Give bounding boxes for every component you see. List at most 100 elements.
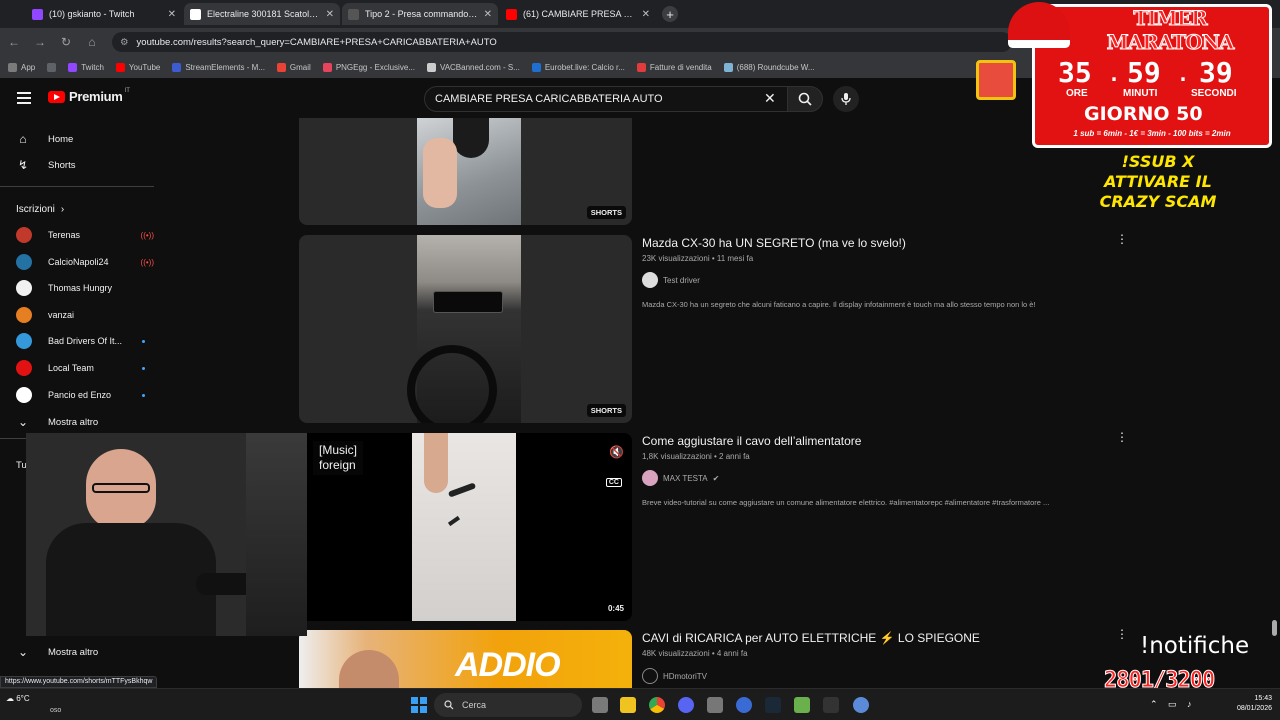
bookmark[interactable]: (688) Roundcube W... [723, 62, 815, 72]
bookmark[interactable]: Fatture di vendita [636, 62, 712, 72]
bookmark[interactable]: YouTube [115, 62, 160, 72]
close-tab-icon[interactable]: ✕ [168, 9, 176, 20]
mute-icon[interactable]: 🔇 [609, 445, 624, 459]
channel-name: vanzai [48, 310, 75, 320]
show-more-you[interactable]: ⌄ Mostra altro [0, 639, 154, 665]
site-info-icon[interactable]: ⚙ [120, 37, 129, 48]
new-tab-button[interactable]: + [662, 6, 678, 22]
subscription-item[interactable]: CalcioNapoli24 ((•)) [0, 250, 154, 274]
subscription-item[interactable]: Thomas Hungry [0, 276, 154, 300]
weather-icon: ☁ [6, 694, 14, 703]
search-button[interactable] [787, 86, 823, 112]
youtube-play-icon [48, 90, 65, 103]
tray-icons[interactable]: ⌃ ▭ ♪ [1150, 699, 1196, 710]
weather-widget[interactable]: ☁ 6°C oso [6, 693, 61, 716]
channel-link[interactable]: HDmotoriTV [642, 668, 707, 684]
bookmark[interactable]: Twitch [68, 62, 104, 72]
youtube-icon [115, 62, 125, 72]
gmail-icon [276, 62, 286, 72]
bookmark[interactable] [47, 62, 57, 72]
video-title[interactable]: Come aggiustare il cavo dell’alimentator… [642, 434, 861, 448]
channel-link[interactable]: Test driver [642, 272, 700, 288]
bookmark[interactable]: VACBanned.com - S... [426, 62, 520, 72]
show-more-subscriptions[interactable]: ⌄ Mostra altro [0, 409, 154, 435]
invoice-icon [636, 62, 646, 72]
menu-icon[interactable] [17, 92, 31, 104]
channel-name: CalcioNapoli24 [48, 257, 109, 267]
steam-icon[interactable] [765, 697, 781, 713]
reload-icon[interactable]: ↻ [60, 35, 72, 49]
home-page-icon[interactable]: ⌂ [86, 35, 98, 49]
bookmark[interactable]: PNGEgg - Exclusive... [322, 62, 415, 72]
file-explorer-icon[interactable] [620, 697, 636, 713]
sidebar-item-shorts[interactable]: ↯ Shorts [0, 152, 154, 178]
logo-text: Premium [69, 89, 123, 104]
clock[interactable]: 15:43 08/01/2026 [1237, 694, 1272, 714]
discord-icon[interactable] [678, 697, 694, 713]
video-frame [412, 433, 516, 621]
subscription-item[interactable]: Terenas ((•)) [0, 223, 154, 247]
subscription-item[interactable]: Bad Drivers Of It... [0, 329, 154, 353]
app-icon[interactable] [736, 697, 752, 713]
weather-text: oso [50, 707, 62, 714]
browser-tab[interactable]: Tipo 2 - Presa commando rossa ✕ [342, 3, 498, 25]
notif-command-text: !notifiche [1140, 633, 1250, 659]
new-content-dot [142, 339, 145, 343]
browser-tab-active[interactable]: (61) CAMBIARE PRESA CARICAB ✕ [500, 3, 656, 25]
youtube-logo[interactable]: Premium IT [48, 87, 130, 104]
browser-tab[interactable]: Electraline 300181 Scatola di Pi ✕ [184, 3, 340, 25]
windows-start-icon[interactable] [411, 697, 427, 713]
close-tab-icon[interactable]: ✕ [484, 9, 492, 20]
timer-minutes-label: MINUTI [1123, 88, 1158, 99]
more-actions-icon[interactable]: ⋮ [1116, 628, 1128, 640]
person-shape [339, 650, 399, 688]
video-thumbnail[interactable]: ADDIO [299, 630, 632, 688]
avatar [16, 227, 32, 243]
bookmark[interactable]: App [8, 62, 35, 72]
voice-search-button[interactable] [833, 86, 859, 112]
more-actions-icon[interactable]: ⋮ [1116, 431, 1128, 443]
logo-country: IT [124, 87, 130, 94]
app-icon[interactable] [794, 697, 810, 713]
subscriptions-title: Iscrizioni [16, 203, 55, 215]
bookmark[interactable]: Gmail [276, 62, 311, 72]
youtube-icon [506, 8, 517, 20]
video-title[interactable]: Mazda CX-30 ha UN SEGRETO (ma ve lo svel… [642, 236, 906, 250]
close-tab-icon[interactable]: ✕ [326, 9, 334, 20]
sidebar-item-label: Home [48, 133, 74, 145]
search-input[interactable]: CAMBIARE PRESA CARICABBATERIA AUTO [424, 86, 790, 112]
video-thumbnail[interactable]: SHORTS [299, 118, 632, 225]
subscription-item[interactable]: Pancio ed Enzo [0, 383, 154, 407]
taskbar-search[interactable]: Cerca [434, 693, 582, 717]
timer-seconds: 39 [1199, 56, 1233, 89]
clear-search-icon[interactable]: ✕ [764, 90, 776, 107]
closed-captions-button[interactable]: CC [605, 478, 622, 487]
channel-link[interactable]: MAX TESTA ✔ [642, 470, 719, 486]
sidebar-item-home[interactable]: ⌂ Home [0, 126, 154, 152]
bookmark[interactable]: StreamElements - M... [172, 62, 265, 72]
steering-wheel-shape [407, 345, 497, 423]
back-arrow-icon[interactable]: ← [8, 35, 20, 49]
task-view-icon[interactable] [592, 697, 608, 713]
more-actions-icon[interactable]: ⋮ [1116, 233, 1128, 245]
browser-tab[interactable]: (10) gskianto - Twitch ✕ [26, 3, 182, 25]
chrome-icon[interactable] [649, 697, 665, 713]
shorts-badge: SHORTS [586, 206, 626, 219]
video-preview-player[interactable]: [Music] foreign 🔇 CC 0:45 [299, 433, 632, 621]
url-field[interactable]: ⚙ youtube.com/results?search_query=CAMBI… [112, 32, 1012, 52]
bookmark[interactable]: Eurobet.live: Calcio r... [531, 62, 625, 72]
cable-shape [447, 515, 461, 527]
video-title[interactable]: CAVI di RICARICA per AUTO ELETTRICHE ⚡ L… [642, 631, 980, 645]
subscription-item[interactable]: vanzai [0, 303, 154, 327]
app-icon[interactable] [823, 697, 839, 713]
forward-arrow-icon[interactable]: → [34, 35, 46, 49]
close-tab-icon[interactable]: ✕ [642, 9, 650, 20]
channel-avatar [642, 470, 658, 486]
screen: { "browser": { "tabs": [ {"title": "(10)… [0, 0, 1280, 720]
subscriptions-header[interactable]: Iscrizioni › [0, 196, 154, 222]
settings-icon[interactable] [853, 697, 869, 713]
app-icon[interactable] [707, 697, 723, 713]
subscription-item[interactable]: Local Team [0, 356, 154, 380]
page-scrollbar[interactable] [1272, 620, 1277, 636]
video-thumbnail[interactable]: SHORTS [299, 235, 632, 423]
